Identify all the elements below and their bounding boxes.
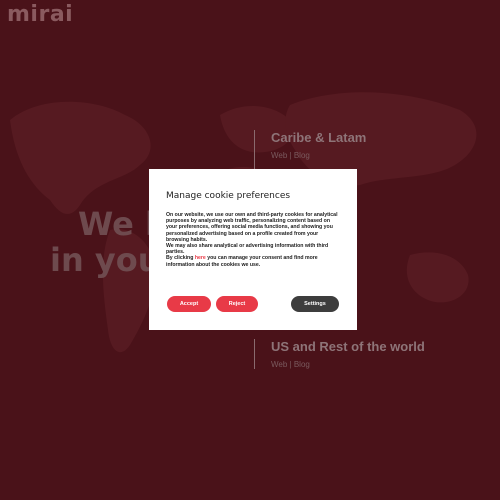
region-title: Caribe & Latam <box>271 130 367 145</box>
region-blog-link[interactable]: Blog <box>294 151 310 160</box>
settings-button[interactable]: Settings <box>291 296 339 312</box>
cookie-preferences-modal: Manage cookie preferences On our website… <box>149 169 357 330</box>
accept-button[interactable]: Accept <box>167 296 211 312</box>
manage-consent-link[interactable]: here <box>195 255 206 261</box>
region-web-link[interactable]: Web <box>271 360 287 369</box>
cookie-paragraph-3: By clicking here you can manage your con… <box>166 255 340 267</box>
cookie-modal-title: Manage cookie preferences <box>166 191 291 201</box>
brand-logo[interactable]: mirai <box>7 2 73 27</box>
cookie-modal-body: On our website, we use our own and third… <box>166 212 340 268</box>
region-links: Web | Blog <box>271 151 366 160</box>
region-title: US and Rest of the world <box>271 339 425 354</box>
cookie-paragraph-3-before: By clicking <box>166 255 195 262</box>
region-links: Web | Blog <box>271 360 425 369</box>
cookie-paragraph-2: We may also share analytical or advertis… <box>166 243 329 256</box>
region-blog-link[interactable]: Blog <box>294 360 310 369</box>
region-us-rest-of-world: US and Rest of the world Web | Blog <box>254 339 425 369</box>
region-caribe-latam: Caribe & Latam Web | Blog <box>254 130 366 170</box>
cookie-paragraph-1: On our website, we use our own and third… <box>166 212 338 243</box>
reject-button[interactable]: Reject <box>216 296 258 312</box>
region-web-link[interactable]: Web <box>271 151 287 160</box>
